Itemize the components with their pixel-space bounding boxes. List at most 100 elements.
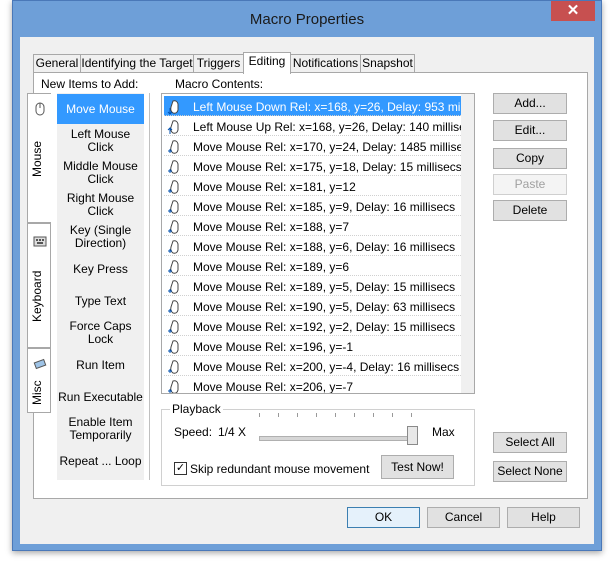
macro-row[interactable]: Left Mouse Up Rel: x=168, y=26, Delay: 1… [164, 116, 461, 136]
mouse-move-icon [168, 240, 179, 254]
mouse-move-icon [168, 360, 179, 374]
macro-row[interactable]: Move Mouse Rel: x=188, y=6, Delay: 16 mi… [164, 236, 461, 256]
palette-scrollbar[interactable] [149, 93, 159, 480]
macro-row-text: Move Mouse Rel: x=181, y=12 [193, 179, 356, 194]
slider-tick [392, 413, 393, 417]
macro-row-text: Move Mouse Rel: x=192, y=2, Delay: 15 mi… [193, 319, 456, 334]
skip-redundant-label: Skip redundant mouse movement [190, 462, 370, 476]
copy-button[interactable]: Copy [493, 148, 567, 169]
palette-item-move-mouse[interactable]: Move Mouse [57, 94, 144, 124]
speed-slider-thumb[interactable] [407, 426, 418, 445]
tab-editing[interactable]: Editing [243, 52, 291, 74]
speed-slider-track[interactable] [259, 436, 414, 441]
macro-row-text: Move Mouse Rel: x=189, y=5, Delay: 15 mi… [193, 279, 456, 294]
playback-title: Playback [170, 402, 223, 416]
macro-row[interactable]: Move Mouse Rel: x=206, y=-7 [164, 376, 461, 394]
palette-item-type-text[interactable]: Type Text [57, 286, 144, 316]
skip-redundant-checkbox[interactable]: ✓ [174, 462, 187, 475]
check-mark-icon: ✓ [175, 462, 186, 474]
macro-row-text: Move Mouse Rel: x=196, y=-1 [193, 339, 354, 354]
category-label-misc: Misc [30, 380, 44, 406]
palette-item-run-item[interactable]: Run Item [57, 350, 144, 380]
palette-item-repeat-loop[interactable]: Repeat ... Loop [57, 446, 144, 476]
tab-snapshot[interactable]: Snapshot [360, 54, 415, 73]
macro-row-text: Move Mouse Rel: x=200, y=-4, Delay: 16 m… [193, 359, 460, 374]
slider-tick [297, 413, 298, 417]
category-tab-mouse[interactable]: Mouse [27, 93, 51, 223]
macro-row-text: Move Mouse Rel: x=190, y=5, Delay: 63 mi… [193, 299, 456, 314]
keyboard-icon [33, 236, 47, 247]
palette-item-right-mouse-click[interactable]: Right Mouse Click [57, 190, 144, 220]
palette-item-key-press[interactable]: Key Press [57, 254, 144, 284]
macro-row[interactable]: Move Mouse Rel: x=185, y=9, Delay: 16 mi… [164, 196, 461, 216]
macro-row[interactable]: Move Mouse Rel: x=181, y=12 [164, 176, 461, 196]
macro-row-text: Left Mouse Down Rel: x=168, y=26, Delay:… [193, 99, 461, 114]
add-button[interactable]: Add... [493, 93, 567, 114]
macro-row[interactable]: Left Mouse Down Rel: x=168, y=26, Delay:… [164, 96, 461, 116]
palette-item-run-executable[interactable]: Run Executable [57, 382, 144, 412]
window-title: Macro Properties [249, 11, 365, 28]
macro-row-text: Move Mouse Rel: x=206, y=-7 [193, 379, 354, 394]
playback-group: Playback Speed: 1/4 X Max ✓ Skip redunda… [161, 402, 475, 486]
macro-row[interactable]: Move Mouse Rel: x=196, y=-1 [164, 336, 461, 356]
tab-identifying-target[interactable]: Identifying the Target [80, 54, 194, 73]
macro-row[interactable]: Move Mouse Rel: x=170, y=24, Delay: 1485… [164, 136, 461, 156]
item-category-tabs: Mouse Keyboard Misc Move Mouse Left Mous… [27, 93, 144, 480]
palette-item-middle-mouse-click[interactable]: Middle Mouse Click [57, 158, 144, 188]
category-label-mouse: Mouse [30, 140, 44, 178]
palette-item-left-mouse-click[interactable]: Left Mouse Click [57, 126, 144, 156]
palette-item-enable-item-temporarily[interactable]: Enable Item Temporarily [57, 414, 144, 444]
help-button[interactable]: Help [507, 507, 580, 528]
palette-item-force-caps-lock[interactable]: Force Caps Lock [57, 318, 144, 348]
tab-general[interactable]: General [33, 54, 81, 73]
mouse-move-icon [168, 160, 179, 174]
slider-tick [316, 413, 317, 417]
mouse-icon [35, 102, 45, 116]
slider-tick [259, 413, 260, 417]
slider-tick [278, 413, 279, 417]
macro-list-scrollbar[interactable] [461, 94, 474, 393]
macro-row[interactable]: Move Mouse Rel: x=200, y=-4, Delay: 16 m… [164, 356, 461, 376]
mouse-move-icon [168, 180, 179, 194]
mouse-move-icon [168, 340, 179, 354]
title-bar: Macro Properties ✕ [13, 1, 601, 37]
cancel-button[interactable]: Cancel [427, 507, 500, 528]
select-none-button[interactable]: Select None [493, 461, 567, 482]
test-now-button[interactable]: Test Now! [381, 455, 454, 479]
ok-button[interactable]: OK [347, 507, 420, 528]
macro-row-text: Move Mouse Rel: x=175, y=18, Delay: 15 m… [193, 159, 461, 174]
mouse-move-icon [168, 200, 179, 214]
mouse-up-icon [167, 120, 179, 134]
macro-row-text: Left Mouse Up Rel: x=168, y=26, Delay: 1… [193, 119, 461, 134]
mouse-move-icon [168, 320, 179, 334]
mouse-down-icon [167, 100, 179, 115]
macro-contents-list[interactable]: Left Mouse Down Rel: x=168, y=26, Delay:… [161, 93, 475, 394]
speed-max-label: Max [432, 425, 455, 439]
category-tab-misc[interactable]: Misc [27, 348, 51, 413]
speed-min-label: 1/4 X [218, 425, 247, 439]
misc-icon [33, 358, 47, 370]
speed-label: Speed: [174, 425, 213, 439]
select-all-button[interactable]: Select All [493, 432, 567, 453]
mouse-move-icon [168, 280, 179, 294]
palette-item-key-single-direction[interactable]: Key (Single Direction) [57, 222, 144, 252]
tab-notifications[interactable]: Notifications [290, 54, 361, 73]
tab-triggers[interactable]: Triggers [193, 54, 244, 73]
slider-tick [354, 413, 355, 417]
slider-tick [411, 413, 412, 417]
slider-tick [373, 413, 374, 417]
close-button[interactable]: ✕ [551, 1, 595, 21]
macro-row[interactable]: Move Mouse Rel: x=192, y=2, Delay: 15 mi… [164, 316, 461, 336]
category-tab-keyboard[interactable]: Keyboard [27, 223, 51, 348]
edit-button[interactable]: Edit... [493, 120, 567, 141]
macro-row[interactable]: Move Mouse Rel: x=189, y=6 [164, 256, 461, 276]
new-items-palette: Move Mouse Left Mouse Click Middle Mouse… [57, 93, 144, 480]
macro-row[interactable]: Move Mouse Rel: x=190, y=5, Delay: 63 mi… [164, 296, 461, 316]
mouse-move-icon [168, 140, 179, 154]
macro-row[interactable]: Move Mouse Rel: x=175, y=18, Delay: 15 m… [164, 156, 461, 176]
paste-button[interactable]: Paste [493, 174, 567, 195]
delete-button[interactable]: Delete [493, 200, 567, 221]
macro-row-text: Move Mouse Rel: x=188, y=6, Delay: 16 mi… [193, 239, 456, 254]
macro-row[interactable]: Move Mouse Rel: x=189, y=5, Delay: 15 mi… [164, 276, 461, 296]
macro-row[interactable]: Move Mouse Rel: x=188, y=7 [164, 216, 461, 236]
